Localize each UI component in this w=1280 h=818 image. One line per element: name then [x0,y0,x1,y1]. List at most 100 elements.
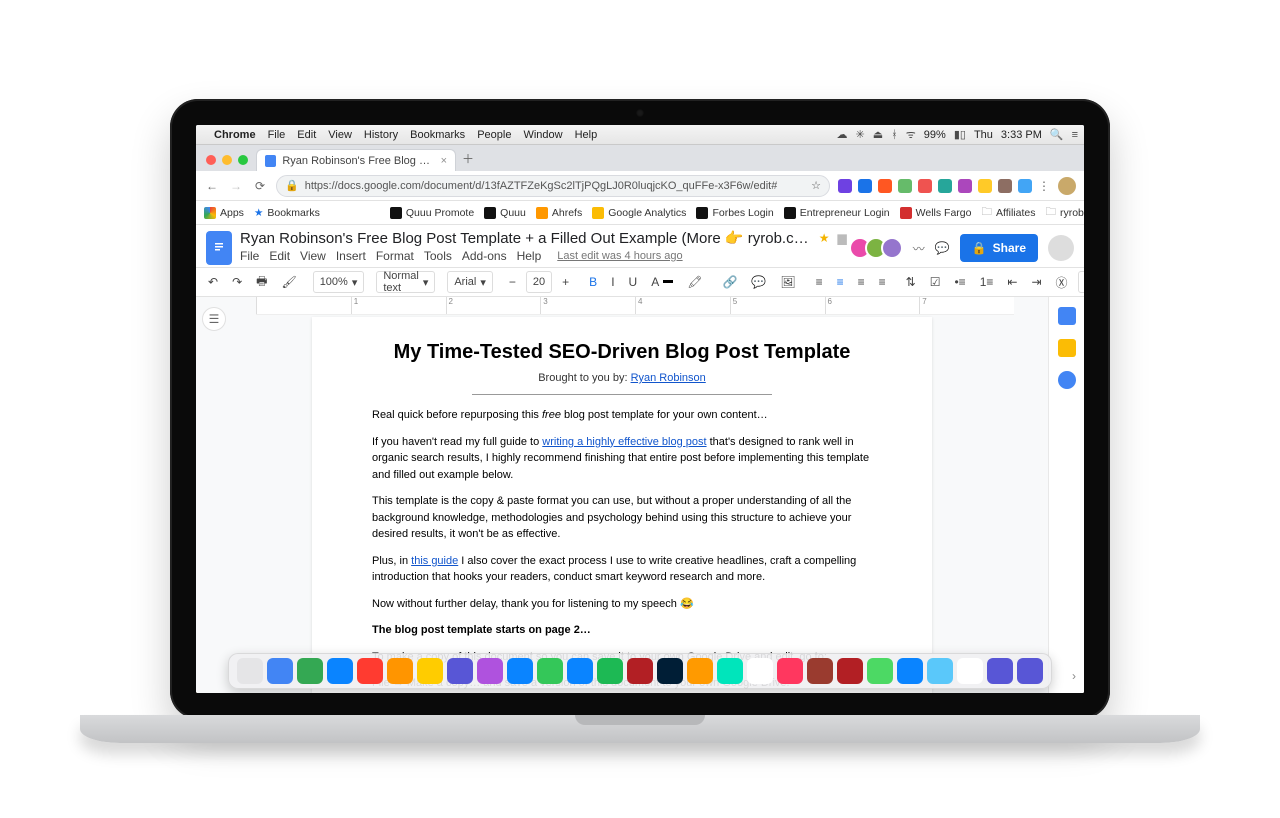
dock-app-icon[interactable] [507,658,533,684]
mode-select[interactable]: ✎ Editing ▾ [1078,271,1084,293]
dock-app-icon[interactable] [957,658,983,684]
line-spacing-button[interactable]: ⇅ [902,271,920,293]
menu-bookmarks[interactable]: Bookmarks [410,129,465,141]
font-size-increase[interactable]: + [558,271,573,293]
docs-logo-icon[interactable] [206,231,232,265]
outline-toggle-button[interactable]: ☰ [202,307,226,331]
indent-increase-button[interactable]: ⇥ [1027,271,1045,293]
chrome-menu-icon[interactable]: ⋮ [1038,179,1052,193]
document-page[interactable]: My Time-Tested SEO-Driven Blog Post Temp… [312,317,932,693]
highlight-button[interactable]: 🖍 [683,271,706,293]
menu-people[interactable]: People [477,129,511,141]
numbered-list-button[interactable]: 1≡ [976,271,998,293]
docs-menu-insert[interactable]: Insert [336,249,366,263]
docs-menu-addons[interactable]: Add-ons [462,249,507,263]
docs-menu-edit[interactable]: Edit [269,249,290,263]
font-select[interactable]: Arial ▾ [447,271,493,293]
menu-window[interactable]: Window [523,129,562,141]
bookmark-item[interactable]: Quuu [484,207,526,219]
extension-icon[interactable] [898,179,912,193]
dock-app-icon[interactable] [927,658,953,684]
dock-app-icon[interactable] [537,658,563,684]
ruler[interactable]: 1 2 3 4 5 6 7 [256,297,1014,315]
bookmark-item[interactable]: Forbes Login [696,207,773,219]
dock-app-icon[interactable] [717,658,743,684]
last-edit-label[interactable]: Last edit was 4 hours ago [557,250,682,262]
dock-app-icon[interactable] [687,658,713,684]
browser-tab[interactable]: Ryan Robinson's Free Blog Po… × [256,149,456,171]
bookmark-item[interactable]: 🗀ryrob Links [1045,204,1084,222]
dock-app-icon[interactable] [777,658,803,684]
dock-app-icon[interactable] [387,658,413,684]
clear-formatting-button[interactable]: Ⓧ [1052,271,1072,293]
document-title[interactable]: Ryan Robinson's Free Blog Post Template … [240,229,811,247]
inline-link[interactable]: writing a highly effective blog post [542,436,706,448]
zoom-select[interactable]: 100% ▾ [313,271,365,293]
dock-app-icon[interactable] [657,658,683,684]
dock-app-icon[interactable] [837,658,863,684]
inline-link[interactable]: this guide [411,555,458,567]
keep-icon[interactable] [1058,339,1076,357]
dock-app-icon[interactable] [987,658,1013,684]
dock-app-icon[interactable] [897,658,923,684]
insert-link-button[interactable]: 🔗 [718,271,741,293]
align-justify-button[interactable]: ≡ [875,271,890,293]
undo-button[interactable]: ↶ [204,271,222,293]
star-icon[interactable]: ★ [819,231,830,245]
align-center-button[interactable]: ≡ [833,271,848,293]
menu-help[interactable]: Help [575,129,598,141]
font-size-input[interactable]: 20 [526,271,552,293]
bookmark-item[interactable]: Google Analytics [592,207,686,219]
forward-button[interactable]: → [228,179,244,193]
status-icon[interactable]: ⏏︎ [873,128,883,141]
reload-button[interactable]: ⟳ [252,179,268,193]
dock-app-icon[interactable] [237,658,263,684]
wifi-icon[interactable]: ᯤ [906,127,916,142]
close-tab-icon[interactable]: × [441,155,447,167]
dock-app-icon[interactable] [477,658,503,684]
underline-button[interactable]: U [625,271,642,293]
extension-icon[interactable] [838,179,852,193]
insert-comment-button[interactable]: 💬 [747,271,770,293]
extension-icon[interactable] [958,179,972,193]
paint-format-button[interactable]: 🖌 [277,271,300,293]
calendar-icon[interactable] [1058,307,1076,325]
bookmark-item[interactable]: Ahrefs [536,207,582,219]
docs-menu-tools[interactable]: Tools [424,249,452,263]
close-window-button[interactable] [206,155,216,165]
extension-icon[interactable] [858,179,872,193]
dock-app-icon[interactable] [567,658,593,684]
share-button[interactable]: 🔒 Share [960,234,1038,262]
menu-list-icon[interactable]: ≡ [1072,129,1078,141]
spotlight-icon[interactable]: 🔍 [1050,128,1064,141]
address-bar[interactable]: 🔒 https://docs.google.com/document/d/13f… [276,175,830,197]
align-left-button[interactable]: ≡ [812,271,827,293]
print-button[interactable]: 🖶 [252,271,271,293]
new-tab-button[interactable]: ＋ [462,150,474,167]
style-select[interactable]: Normal text ▾ [376,271,435,293]
tasks-icon[interactable] [1058,371,1076,389]
bulleted-list-button[interactable]: •≡ [950,271,969,293]
extension-icon[interactable] [918,179,932,193]
docs-menu-file[interactable]: File [240,249,259,263]
insert-image-button[interactable]: 🖼 [776,271,799,293]
battery-icon[interactable]: ▮▯ [954,128,966,141]
bookmark-item[interactable]: 🗀Affiliates [981,204,1035,222]
extension-icon[interactable] [938,179,952,193]
menu-edit[interactable]: Edit [297,129,316,141]
comments-icon[interactable]: 💬 [935,241,950,255]
account-avatar[interactable] [1048,235,1074,261]
docs-menu-format[interactable]: Format [376,249,414,263]
status-icon[interactable]: ☁︎ [837,128,848,141]
menu-view[interactable]: View [328,129,352,141]
maximize-window-button[interactable] [238,155,248,165]
extension-icon[interactable] [1018,179,1032,193]
back-button[interactable]: ← [204,179,220,193]
font-size-decrease[interactable]: − [505,271,520,293]
bookmark-item[interactable]: Entrepreneur Login [784,207,890,219]
bookmark-item[interactable]: Wells Fargo [900,207,972,219]
status-icon[interactable]: ✳︎ [856,128,865,141]
indent-decrease-button[interactable]: ⇤ [1003,271,1021,293]
dock-app-icon[interactable] [807,658,833,684]
minimize-window-button[interactable] [222,155,232,165]
